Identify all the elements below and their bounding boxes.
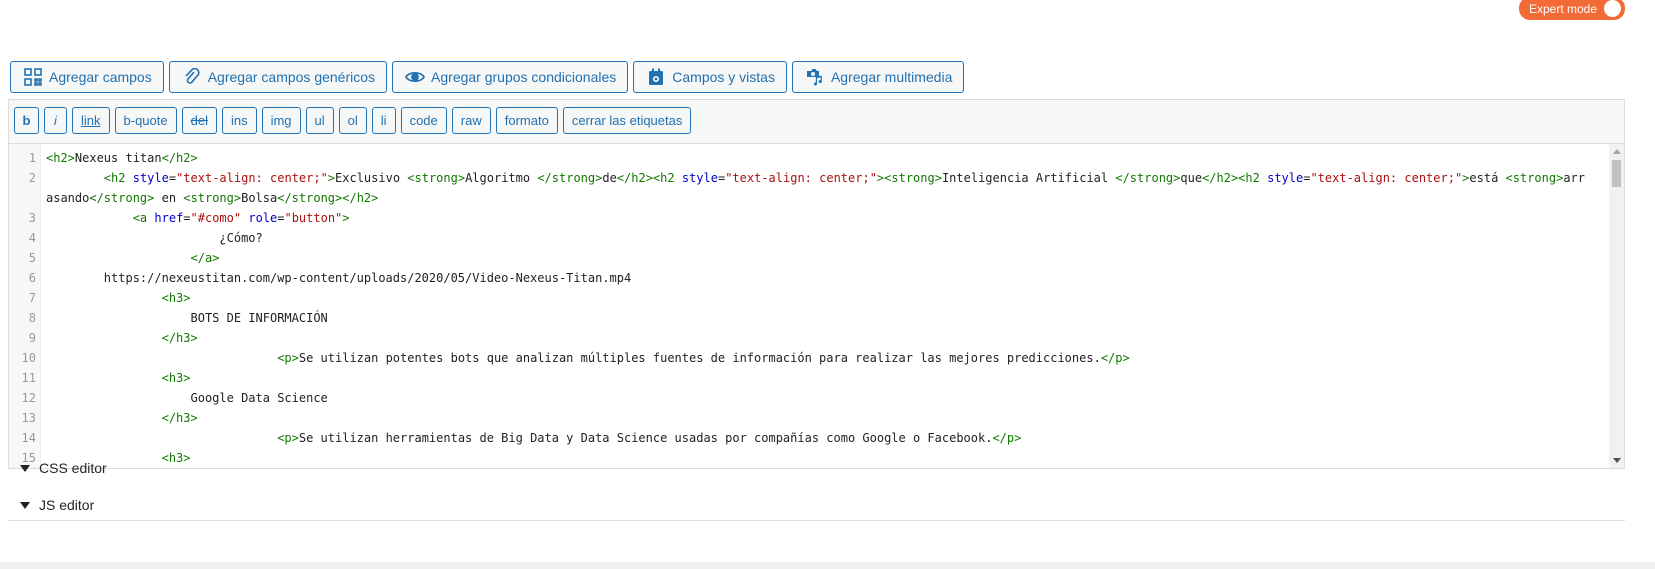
- scroll-up-icon[interactable]: [1613, 149, 1621, 154]
- add-conditional-groups-button[interactable]: Agregar grupos condicionales: [392, 61, 629, 93]
- html-editor: b i link b-quote del ins img ul ol li co…: [8, 99, 1625, 469]
- code-line[interactable]: 2 <h2 style="text-align: center;">Exclus…: [9, 168, 1599, 208]
- line-number: 8: [28, 311, 36, 325]
- code-text[interactable]: </h3>: [41, 328, 1599, 348]
- css-editor-label: CSS editor: [39, 460, 107, 476]
- code-line[interactable]: 13 </h3>: [9, 408, 1599, 428]
- paperclip-icon: [182, 67, 202, 87]
- code-line[interactable]: 12 Google Data Science: [9, 388, 1599, 408]
- css-editor-toggle[interactable]: CSS editor: [20, 460, 107, 476]
- add-generic-fields-button[interactable]: Agregar campos genéricos: [168, 61, 388, 93]
- fields-and-views-label: Campos y vistas: [672, 69, 775, 85]
- quicktags-toolbar: b i link b-quote del ins img ul ol li co…: [14, 107, 692, 134]
- add-fields-button[interactable]: Agregar campos: [10, 61, 164, 93]
- code-line[interactable]: 15 <h3>: [9, 448, 1599, 468]
- quicktag-ul-button[interactable]: ul: [305, 107, 334, 134]
- line-number: 1: [28, 151, 36, 165]
- calendar-icon: [646, 67, 666, 87]
- line-number: 10: [21, 351, 36, 365]
- line-number: 3: [28, 211, 36, 225]
- quicktag-raw-button[interactable]: raw: [451, 107, 491, 134]
- line-number: 12: [21, 391, 36, 405]
- line-number: 13: [21, 411, 36, 425]
- add-media-button[interactable]: Agregar multimedia: [791, 61, 965, 93]
- code-line[interactable]: 6 https://nexeustitan.com/wp-content/upl…: [9, 268, 1599, 288]
- expert-mode-toggle[interactable]: Expert mode: [1519, 0, 1625, 20]
- line-number: 7: [28, 291, 36, 305]
- media-icon: [805, 67, 825, 87]
- quicktag-code-button[interactable]: code: [400, 107, 447, 134]
- code-text[interactable]: </h3>: [41, 408, 1599, 428]
- quicktag-li-button[interactable]: li: [371, 107, 396, 134]
- line-number: 14: [21, 431, 36, 445]
- code-line[interactable]: 4 ¿Cómo?: [9, 228, 1599, 248]
- line-number: 2: [28, 171, 36, 185]
- add-conditional-groups-label: Agregar grupos condicionales: [431, 69, 617, 85]
- scroll-down-icon[interactable]: [1613, 458, 1621, 463]
- caret-down-icon: [20, 464, 30, 472]
- code-text[interactable]: </a>: [41, 248, 1599, 268]
- quicktag-link-button[interactable]: link: [72, 107, 110, 134]
- code-text[interactable]: https://nexeustitan.com/wp-content/uploa…: [41, 268, 1599, 288]
- scrollbar-thumb[interactable]: [1612, 160, 1621, 187]
- js-editor-toggle[interactable]: JS editor: [20, 497, 94, 513]
- code-text[interactable]: <h2 style="text-align: center;">Exclusiv…: [41, 168, 1599, 208]
- code-editor[interactable]: 1 <h2>Nexeus titan</h2> 2 <h2 style="text-…: [9, 143, 1624, 468]
- code-line[interactable]: 7 <h3>: [9, 288, 1599, 308]
- code-line[interactable]: 5 </a>: [9, 248, 1599, 268]
- quicktag-italic-button[interactable]: i: [44, 107, 67, 134]
- add-fields-label: Agregar campos: [49, 69, 152, 85]
- eye-icon: [405, 67, 426, 87]
- code-line[interactable]: 9 </h3>: [9, 328, 1599, 348]
- code-text[interactable]: BOTS DE INFORMACIÓN: [41, 308, 1599, 328]
- code-line[interactable]: 3 <a href="#como" role="button">: [9, 208, 1599, 228]
- caret-down-icon: [20, 501, 30, 509]
- code-lines[interactable]: 1 <h2>Nexeus titan</h2> 2 <h2 style="text-…: [9, 148, 1599, 468]
- line-number: 6: [28, 271, 36, 285]
- quicktag-del-button[interactable]: del: [181, 107, 217, 134]
- toggle-knob: [1604, 0, 1621, 17]
- code-line[interactable]: 1 <h2>Nexeus titan</h2>: [9, 148, 1599, 168]
- expert-mode-label: Expert mode: [1529, 1, 1598, 16]
- code-text[interactable]: ¿Cómo?: [41, 228, 1599, 248]
- add-generic-fields-label: Agregar campos genéricos: [207, 69, 376, 85]
- line-number: 4: [28, 231, 36, 245]
- code-text[interactable]: Google Data Science: [41, 388, 1599, 408]
- code-text[interactable]: <h2>Nexeus titan</h2>: [41, 148, 1599, 168]
- line-number: 5: [28, 251, 36, 265]
- fields-and-views-button[interactable]: Campos y vistas: [633, 61, 787, 93]
- quicktag-img-button[interactable]: img: [261, 107, 301, 134]
- fields-toolbar: Agregar campos Agregar campos genéricos …: [10, 61, 965, 93]
- code-line[interactable]: 10 <p>Se utilizan potentes bots que anal…: [9, 348, 1599, 368]
- line-number: 9: [28, 331, 36, 345]
- quicktag-bold-button[interactable]: b: [14, 107, 39, 134]
- quicktag-format-button[interactable]: formato: [495, 107, 558, 134]
- code-text[interactable]: <a href="#como" role="button">: [41, 208, 1599, 228]
- code-text[interactable]: <h3>: [41, 288, 1599, 308]
- quicktag-ins-button[interactable]: ins: [221, 107, 257, 134]
- code-text[interactable]: <h3>: [41, 448, 1599, 468]
- quicktag-close-tags-button[interactable]: cerrar las etiquetas: [562, 107, 692, 134]
- code-text[interactable]: <p>Se utilizan herramientas de Big Data …: [41, 428, 1599, 448]
- code-line[interactable]: 8 BOTS DE INFORMACIÓN: [9, 308, 1599, 328]
- fields-grid-icon: [23, 67, 43, 87]
- code-text[interactable]: <p>Se utilizan potentes bots que analiza…: [41, 348, 1599, 368]
- line-number: 11: [21, 371, 36, 385]
- code-line[interactable]: 14 <p>Se utilizan herramientas de Big Da…: [9, 428, 1599, 448]
- code-text[interactable]: <h3>: [41, 368, 1599, 388]
- quicktag-ol-button[interactable]: ol: [338, 107, 367, 134]
- vertical-scrollbar[interactable]: [1609, 144, 1624, 468]
- code-line[interactable]: 11 <h3>: [9, 368, 1599, 388]
- quicktag-blockquote-button[interactable]: b-quote: [114, 107, 177, 134]
- section-divider: [8, 520, 1625, 521]
- bottom-strip: [0, 562, 1655, 569]
- add-media-label: Agregar multimedia: [830, 69, 953, 85]
- js-editor-label: JS editor: [39, 497, 95, 513]
